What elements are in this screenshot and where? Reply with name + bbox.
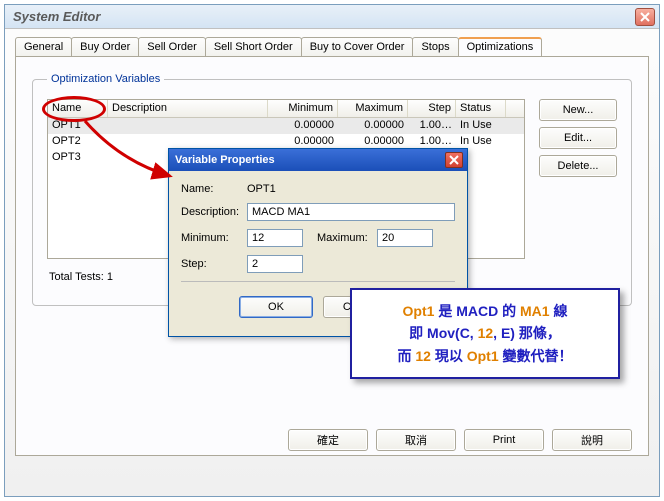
annotation-note: Opt1 是 MACD 的 MA1 線 即 Mov(C, 12, E) 那條， … — [350, 288, 620, 379]
cell-min: 0.00000 — [268, 118, 338, 134]
new-button[interactable]: New... — [539, 99, 617, 121]
cell-desc — [108, 118, 268, 134]
ok-button[interactable]: 確定 — [288, 429, 368, 451]
step-input[interactable] — [247, 255, 303, 273]
dialog-title: Variable Properties — [175, 154, 275, 166]
dialog-close-button[interactable] — [445, 152, 463, 168]
tab-strip: General Buy Order Sell Order Sell Short … — [5, 29, 659, 56]
maximum-label: Maximum: — [317, 232, 377, 244]
name-label: Name: — [181, 183, 247, 195]
tab-buy-to-cover-order[interactable]: Buy to Cover Order — [301, 37, 414, 56]
print-button[interactable]: Print — [464, 429, 544, 451]
cell-name: OPT2 — [48, 134, 108, 150]
tab-sell-short-order[interactable]: Sell Short Order — [205, 37, 302, 56]
minimum-label: Minimum: — [181, 232, 247, 244]
close-icon — [449, 155, 459, 165]
description-input[interactable] — [247, 203, 455, 221]
col-min[interactable]: Minimum — [268, 100, 338, 117]
maximum-input[interactable] — [377, 229, 433, 247]
description-label: Description: — [181, 206, 247, 218]
delete-button[interactable]: Delete... — [539, 155, 617, 177]
edit-button[interactable]: Edit... — [539, 127, 617, 149]
dialog-titlebar: Variable Properties — [169, 149, 467, 171]
tab-stops[interactable]: Stops — [412, 37, 458, 56]
cell-max: 0.00000 — [338, 118, 408, 134]
col-max[interactable]: Maximum — [338, 100, 408, 117]
titlebar: System Editor — [5, 5, 659, 29]
col-step[interactable]: Step — [408, 100, 456, 117]
cancel-button[interactable]: 取消 — [376, 429, 456, 451]
cell-status: In Use — [456, 118, 506, 134]
close-icon — [640, 12, 650, 22]
table-row[interactable]: OPT10.000000.000001.00…In Use — [48, 118, 524, 134]
tab-sell-order[interactable]: Sell Order — [138, 37, 206, 56]
tab-optimizations[interactable]: Optimizations — [458, 37, 543, 56]
side-buttons: New... Edit... Delete... — [539, 99, 617, 259]
dialog-separator — [181, 281, 455, 282]
cell-name: OPT1 — [48, 118, 108, 134]
cell-step: 1.00… — [408, 118, 456, 134]
dialog-ok-button[interactable]: OK — [239, 296, 313, 318]
dialog-button-bar: 確定 取消 Print 說明 — [16, 425, 648, 455]
window-title: System Editor — [13, 9, 100, 24]
tab-general[interactable]: General — [15, 37, 72, 56]
help-button[interactable]: 說明 — [552, 429, 632, 451]
step-label: Step: — [181, 258, 247, 270]
col-status[interactable]: Status — [456, 100, 506, 117]
table-header: Name Description Minimum Maximum Step St… — [48, 100, 524, 118]
name-value: OPT1 — [247, 183, 276, 195]
tab-buy-order[interactable]: Buy Order — [71, 37, 139, 56]
window-close-button[interactable] — [635, 8, 655, 26]
col-name[interactable]: Name — [48, 100, 108, 117]
group-legend: Optimization Variables — [47, 73, 164, 85]
minimum-input[interactable] — [247, 229, 303, 247]
col-desc[interactable]: Description — [108, 100, 268, 117]
cell-name: OPT3 — [48, 150, 108, 166]
